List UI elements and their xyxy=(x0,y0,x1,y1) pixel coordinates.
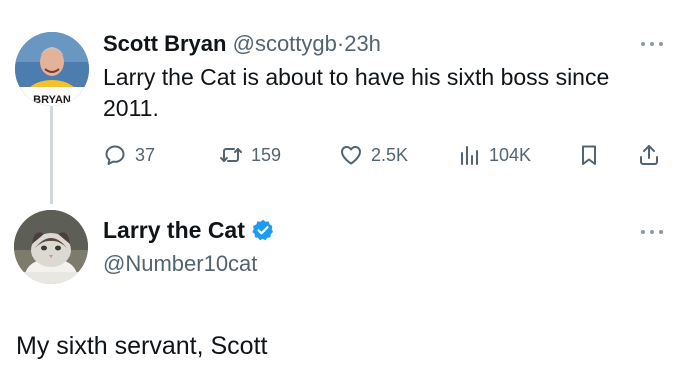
reply-button[interactable]: 37 xyxy=(103,140,155,170)
reply-tweet-text: Larry the Cat is about to have his sixth… xyxy=(103,64,610,121)
reply-author-handle[interactable]: @scottygb xyxy=(233,31,337,56)
avatar-nameplate-text: BRYAN xyxy=(33,94,71,106)
like-icon xyxy=(341,146,361,165)
main-tweet-author[interactable]: Larry the Cat xyxy=(103,216,275,244)
views-button[interactable]: 104K xyxy=(457,140,531,170)
like-button[interactable]: 2.5K xyxy=(339,140,408,170)
reply-action-bar: 37 159 2.5K 104K xyxy=(103,140,663,170)
share-button[interactable] xyxy=(637,140,661,170)
retweet-button[interactable]: 159 xyxy=(219,140,281,170)
retweet-icon xyxy=(220,148,242,162)
retweet-count: 159 xyxy=(251,144,282,165)
views-count: 104K xyxy=(489,144,532,165)
larry-the-cat-avatar[interactable] xyxy=(14,210,88,284)
share-icon xyxy=(640,145,658,165)
reply-author-name[interactable]: Scott Bryan xyxy=(103,31,226,56)
main-tweet-text: My sixth servant, Scott xyxy=(16,332,268,360)
thread-connector-line xyxy=(50,104,53,204)
main-author-handle[interactable]: @Number10cat xyxy=(103,250,257,278)
reply-count: 37 xyxy=(135,144,156,165)
main-more-icon[interactable] xyxy=(641,228,663,236)
views-icon xyxy=(461,146,478,165)
like-count: 2.5K xyxy=(371,144,409,165)
reply-timestamp[interactable]: 23h xyxy=(344,31,381,56)
reply-icon xyxy=(105,145,125,165)
verified-badge-icon xyxy=(252,219,273,241)
reply-tweet-header: Scott Bryan @scottygb·23h xyxy=(103,30,381,58)
reply-more-icon[interactable] xyxy=(641,40,663,48)
bookmark-icon xyxy=(582,145,596,165)
main-author-name[interactable]: Larry the Cat xyxy=(103,216,245,244)
bookmark-button[interactable] xyxy=(577,140,601,170)
scott-bryan-avatar[interactable]: BRYAN xyxy=(15,32,89,106)
